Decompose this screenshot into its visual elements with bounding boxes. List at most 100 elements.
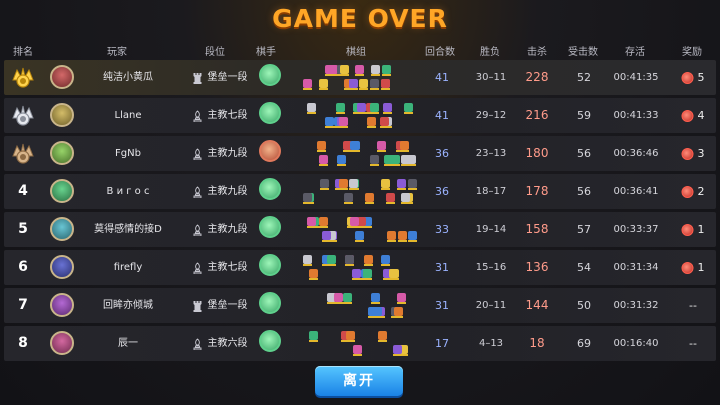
unit-icon[interactable] [325, 117, 334, 128]
unit-icon[interactable] [373, 307, 382, 318]
unit-icon[interactable] [404, 103, 413, 114]
player-row[interactable]: 7 回眸亦倾城 堡垒一段 31 20–11 144 50 00:31:32 -- [4, 288, 716, 323]
unit-icon[interactable] [365, 193, 374, 204]
unit-icon[interactable] [344, 193, 353, 204]
unit-icon[interactable] [319, 217, 328, 228]
unit-icon[interactable] [327, 255, 336, 266]
unit-icon[interactable] [339, 179, 348, 190]
unit-icon[interactable] [400, 141, 409, 152]
unit-icon[interactable] [357, 103, 366, 114]
unit-icon[interactable] [309, 269, 318, 280]
unit-icon[interactable] [390, 269, 399, 280]
tier-label: 主教九段 [207, 224, 248, 235]
kills-value: 180 [525, 146, 549, 160]
green-slime-icon[interactable] [259, 254, 281, 276]
unit-icon[interactable] [401, 155, 410, 166]
avatar[interactable] [50, 179, 74, 203]
unit-icon[interactable] [380, 117, 389, 128]
reward-coin-icon [681, 185, 694, 198]
unit-icon[interactable] [307, 103, 316, 114]
red-warrior-icon[interactable] [259, 140, 281, 162]
unit-icon[interactable] [303, 79, 312, 90]
unit-icon[interactable] [307, 217, 316, 228]
unit-icon[interactable] [317, 141, 326, 152]
unit-icon[interactable] [349, 179, 358, 190]
avatar[interactable] [50, 293, 74, 317]
unit-icon[interactable] [364, 255, 373, 266]
unit-icon[interactable] [320, 179, 329, 190]
unit-icon[interactable] [387, 231, 396, 242]
green-slime-icon[interactable] [259, 178, 281, 200]
unit-icon[interactable] [371, 65, 380, 76]
unit-icon[interactable] [352, 269, 361, 280]
player-row[interactable]: Llane 主教七段 41 29–12 216 59 00:41:33 4 [4, 98, 716, 133]
unit-icon[interactable] [393, 345, 402, 356]
unit-icon[interactable] [350, 141, 359, 152]
green-slime-icon[interactable] [259, 330, 281, 352]
kills-value: 136 [525, 260, 549, 274]
unit-icon[interactable] [397, 293, 406, 304]
unit-icon[interactable] [322, 231, 331, 242]
player-row[interactable]: 5 莫得感情的接D 主教九段 33 19–14 158 57 00:33:37 1 [4, 212, 716, 247]
unit-icon[interactable] [408, 231, 417, 242]
unit-icon[interactable] [378, 331, 387, 342]
unit-icon[interactable] [336, 103, 345, 114]
leave-button[interactable]: 离开 [315, 366, 403, 396]
unit-icon[interactable] [408, 179, 417, 190]
unit-icon[interactable] [340, 65, 349, 76]
unit-icon[interactable] [370, 155, 379, 166]
unit-icon[interactable] [349, 79, 358, 90]
unit-icon[interactable] [386, 193, 395, 204]
green-slime-icon[interactable] [259, 64, 281, 86]
avatar[interactable] [50, 65, 74, 89]
unit-icon[interactable] [345, 255, 354, 266]
avatar[interactable] [50, 141, 74, 165]
unit-icon[interactable] [363, 269, 372, 280]
unit-icon[interactable] [337, 155, 346, 166]
player-row[interactable]: 8 辰一 主教六段 17 4–13 18 69 00:16:40 -- [4, 326, 716, 361]
player-row[interactable]: 4 В и г о с 主教九段 36 18–17 178 56 00:36:41 2 [4, 174, 716, 209]
unit-icon[interactable] [389, 155, 398, 166]
unit-icon[interactable] [303, 193, 312, 204]
player-row[interactable]: 纯洁小黄瓜 堡垒一段 41 30–11 228 52 00:41:35 5 [4, 60, 716, 95]
avatar[interactable] [50, 255, 74, 279]
green-slime-icon[interactable] [259, 292, 281, 314]
unit-icon[interactable] [355, 231, 364, 242]
unit-icon[interactable] [343, 293, 352, 304]
unit-icon[interactable] [319, 79, 328, 90]
unit-icon[interactable] [346, 331, 355, 342]
unit-icon[interactable] [394, 307, 403, 318]
green-slime-icon[interactable] [259, 102, 281, 124]
unit-icon[interactable] [367, 117, 376, 128]
avatar[interactable] [50, 103, 74, 127]
unit-icon[interactable] [370, 79, 379, 90]
unit-icon[interactable] [401, 193, 410, 204]
unit-icon[interactable] [353, 345, 362, 356]
unit-icon[interactable] [381, 255, 390, 266]
survival-value: 00:33:37 [613, 224, 659, 235]
avatar[interactable] [50, 331, 74, 355]
unit-icon[interactable] [303, 255, 312, 266]
avatar[interactable] [50, 217, 74, 241]
green-slime-icon[interactable] [259, 216, 281, 238]
unit-icon[interactable] [355, 65, 364, 76]
unit-icon[interactable] [377, 141, 386, 152]
unit-icon[interactable] [381, 179, 390, 190]
unit-icon[interactable] [382, 65, 391, 76]
reward-value: 3 [697, 147, 705, 160]
unit-icon[interactable] [350, 217, 359, 228]
unit-icon[interactable] [334, 293, 343, 304]
damage-value: 57 [577, 223, 591, 236]
unit-icon[interactable] [319, 155, 328, 166]
unit-icon[interactable] [339, 117, 348, 128]
player-row[interactable]: FgNb 主教九段 36 23–13 180 56 00:36:46 3 [4, 136, 716, 171]
unit-icon[interactable] [398, 231, 407, 242]
unit-icon[interactable] [383, 103, 392, 114]
unit-icon[interactable] [381, 79, 390, 90]
unit-icon[interactable] [370, 103, 379, 114]
player-row[interactable]: 6 firefly 主教七段 31 15–16 136 54 00:31:34 1 [4, 250, 716, 285]
unit-icon[interactable] [397, 179, 406, 190]
unit-icon[interactable] [359, 79, 368, 90]
unit-icon[interactable] [309, 331, 318, 342]
unit-icon[interactable] [371, 293, 380, 304]
